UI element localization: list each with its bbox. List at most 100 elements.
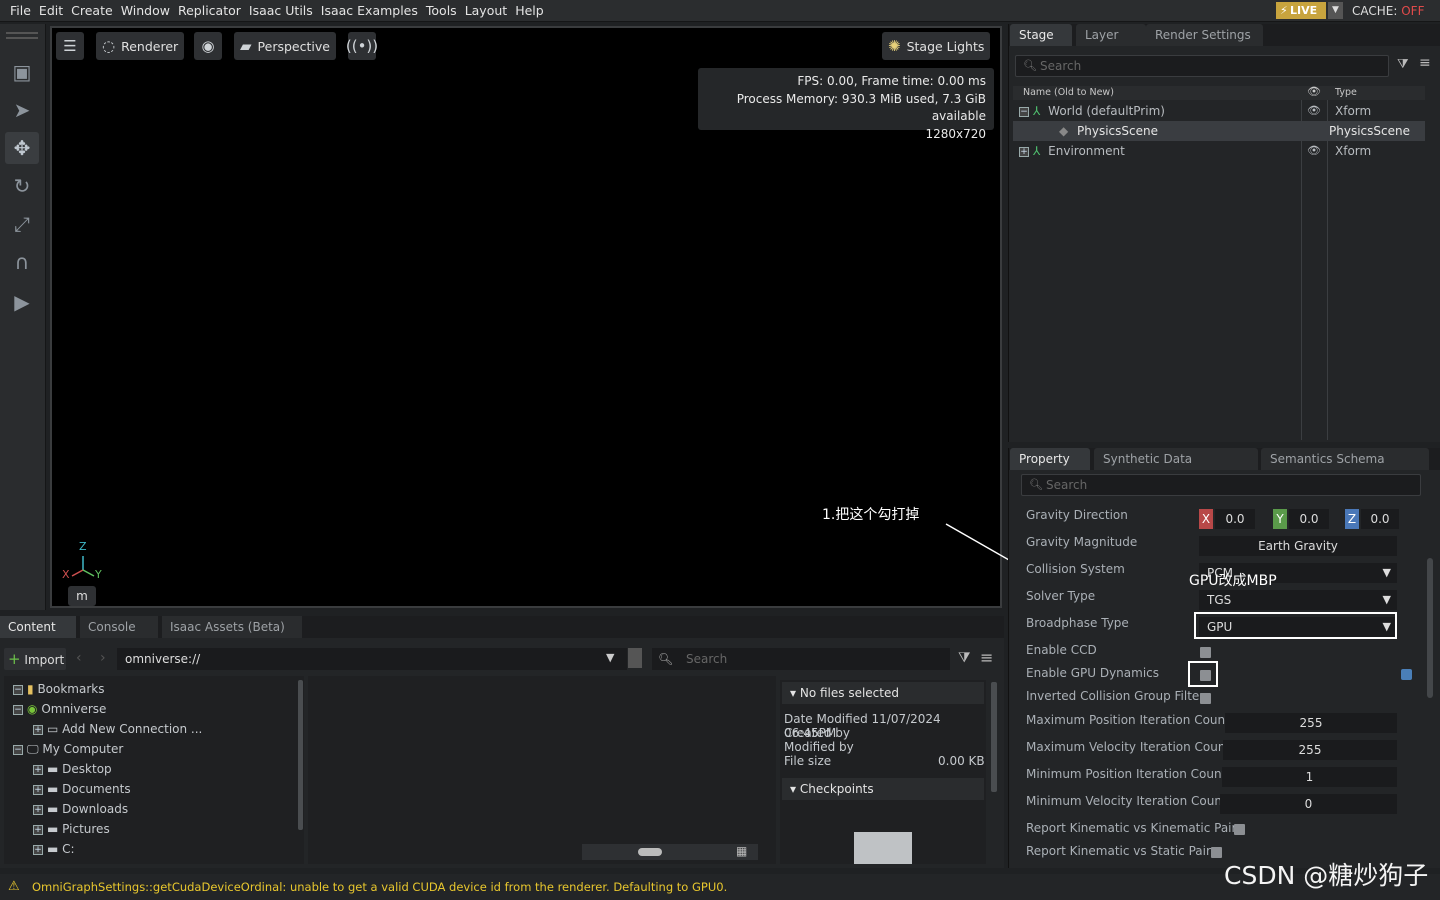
property-scrollbar[interactable]	[1427, 558, 1433, 698]
tree-c-drive[interactable]: + ▬ C:	[33, 842, 75, 856]
solver-type-dropdown[interactable]: TGS ▼	[1199, 590, 1397, 610]
forward-icon[interactable]: ›	[100, 650, 106, 666]
expand-icon[interactable]: +	[33, 784, 43, 795]
expand-icon[interactable]: +	[33, 804, 43, 815]
file-grid[interactable]	[308, 676, 776, 864]
tab-render-settings[interactable]: Render Settings	[1146, 24, 1263, 46]
bookmark-icon[interactable]	[628, 648, 642, 668]
live-dropdown-icon[interactable]: ▼	[1328, 2, 1343, 19]
collapse-icon[interactable]: −	[13, 684, 23, 695]
units-button[interactable]: m	[68, 586, 96, 606]
snap-magnet-icon[interactable]: ∩	[5, 246, 39, 278]
content-search-input[interactable]: 🔍︎ Search	[652, 648, 950, 670]
tree-omniverse[interactable]: − ◉ Omniverse	[13, 702, 106, 716]
details-scrollbar[interactable]	[991, 682, 997, 792]
property-search-input[interactable]: 🔍︎ Search	[1021, 474, 1421, 496]
max-velocity-iteration-field[interactable]: 255	[1223, 740, 1397, 760]
grid-view-icon[interactable]: ▦	[736, 844, 747, 858]
gravity-z-field[interactable]: 0.0	[1361, 509, 1399, 529]
tree-add-connection[interactable]: + ▭ Add New Connection ...	[33, 722, 202, 736]
inverted-filter-checkbox[interactable]	[1200, 693, 1211, 704]
gravity-magnitude-field[interactable]: Earth Gravity	[1199, 536, 1397, 556]
cache-status[interactable]: CACHE: OFF	[1352, 4, 1424, 18]
menu-layout[interactable]: Layout	[461, 3, 512, 18]
expand-icon[interactable]: +	[33, 844, 43, 855]
stage-lights-button[interactable]: ✺ Stage Lights	[882, 32, 991, 60]
tree-documents[interactable]: + ▬ Documents	[33, 782, 131, 796]
tab-synthetic-data-recorder[interactable]: Synthetic Data Recorder	[1094, 448, 1258, 488]
tab-stage[interactable]: Stage	[1010, 24, 1072, 46]
report-kinematic-kinematic-checkbox[interactable]	[1234, 824, 1245, 835]
path-input[interactable]: omniverse://	[117, 648, 627, 670]
visibility-button[interactable]: ◉	[194, 32, 222, 60]
camera-button[interactable]: ▰ Perspective	[234, 32, 336, 60]
menu-edit[interactable]: Edit	[35, 3, 67, 18]
col-name-header[interactable]: Name (Old to New)	[1023, 87, 1114, 98]
import-button[interactable]: + Import	[4, 648, 66, 670]
toolbar-grip[interactable]	[6, 32, 38, 34]
col-type-header[interactable]: Type	[1335, 87, 1357, 98]
menu-help[interactable]: Help	[511, 3, 548, 18]
stage-search-input[interactable]: 🔍︎ Search	[1015, 55, 1389, 77]
eye-icon[interactable]: 👁	[1307, 141, 1321, 161]
viewport[interactable]: ☰ ◌ Renderer ◉ ▰ Perspective ((•)) ✺ Stage …	[50, 26, 1002, 608]
menu-tools[interactable]: Tools	[422, 3, 461, 18]
filter-icon[interactable]: ⧩	[1397, 57, 1409, 72]
collapse-icon[interactable]: −	[1019, 106, 1029, 117]
menu-isaac-utils[interactable]: Isaac Utils	[245, 3, 317, 18]
menu-icon[interactable]: ≡	[1419, 55, 1431, 71]
file-grid-slider[interactable]: ▦	[582, 844, 758, 860]
move-icon[interactable]: ✥	[5, 132, 39, 164]
tree-bookmarks[interactable]: − ▮ Bookmarks	[13, 682, 104, 696]
tree-pictures[interactable]: + ▬ Pictures	[33, 822, 110, 836]
menu-window[interactable]: Window	[117, 3, 174, 18]
tree-my-computer[interactable]: − 🖵 My Computer	[13, 742, 123, 757]
scale-icon[interactable]: ⤢	[5, 208, 39, 240]
broadcast-button[interactable]: ((•))	[346, 32, 378, 60]
select-mode-icon[interactable]: ▣	[5, 56, 39, 88]
stage-row-environment[interactable]: + ⅄ Environment 👁 Xform	[1013, 141, 1425, 161]
menu-replicator[interactable]: Replicator	[174, 3, 245, 18]
min-velocity-iteration-field[interactable]: 0	[1220, 794, 1397, 814]
filter-icon[interactable]: ⧩	[958, 650, 971, 666]
tab-content[interactable]: Content	[0, 616, 76, 638]
collapse-icon[interactable]: −	[13, 704, 23, 715]
gravity-x-field[interactable]: 0.0	[1215, 509, 1255, 529]
live-button[interactable]: ⚡ LIVE	[1276, 2, 1326, 19]
rotate-icon[interactable]: ↻	[5, 170, 39, 202]
path-dropdown-icon[interactable]: ▼	[606, 651, 614, 664]
col-visibility-eye-icon[interactable]: 👁	[1307, 85, 1321, 98]
play-icon[interactable]: ▶	[5, 286, 39, 318]
menu-file[interactable]: File	[6, 3, 35, 18]
tree-scrollbar[interactable]	[298, 680, 303, 830]
eye-icon[interactable]: 👁	[1307, 101, 1321, 121]
tab-semantics-schema-editor[interactable]: Semantics Schema Editor	[1261, 448, 1429, 488]
back-icon[interactable]: ‹	[76, 650, 82, 666]
status-message[interactable]: OmniGraphSettings::getCudaDeviceOrdinal:…	[32, 880, 727, 894]
report-kinematic-static-checkbox[interactable]	[1211, 847, 1222, 858]
tab-layer[interactable]: Layer	[1076, 24, 1146, 46]
collapse-icon[interactable]: −	[13, 744, 23, 755]
stage-row-physicsscene[interactable]: ◆ PhysicsScene PhysicsScene	[1013, 121, 1425, 141]
min-position-iteration-field[interactable]: 1	[1222, 767, 1397, 787]
select-arrow-icon[interactable]: ➤	[5, 94, 39, 126]
tab-console[interactable]: Console	[80, 616, 158, 638]
max-position-iteration-field[interactable]: 255	[1225, 713, 1397, 733]
menu-icon[interactable]: ≡	[980, 648, 993, 667]
expand-icon[interactable]: +	[33, 764, 43, 775]
viewport-settings-button[interactable]: ☰	[56, 32, 84, 60]
gravity-y-field[interactable]: 0.0	[1289, 509, 1329, 529]
expand-icon[interactable]: +	[33, 724, 43, 735]
tree-desktop[interactable]: + ▬ Desktop	[33, 762, 112, 776]
menu-create[interactable]: Create	[67, 3, 117, 18]
tree-downloads[interactable]: + ▬ Downloads	[33, 802, 128, 816]
renderer-button[interactable]: ◌ Renderer	[96, 32, 185, 60]
tab-property[interactable]: Property	[1010, 448, 1090, 470]
menu-isaac-examples[interactable]: Isaac Examples	[317, 3, 422, 18]
expand-icon[interactable]: +	[33, 824, 43, 835]
tab-isaac-assets[interactable]: Isaac Assets (Beta)	[162, 616, 302, 638]
slider-handle[interactable]	[638, 848, 662, 856]
expand-icon[interactable]: +	[1019, 146, 1029, 157]
enable-ccd-checkbox[interactable]	[1200, 647, 1211, 658]
details-header[interactable]: ▾ No files selected	[782, 682, 984, 704]
